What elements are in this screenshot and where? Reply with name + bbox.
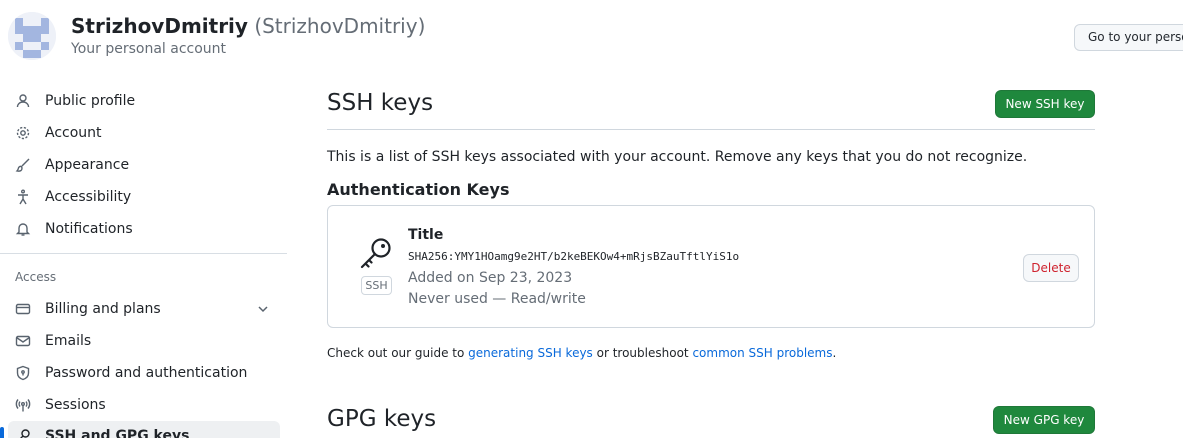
broadcast-icon <box>14 396 32 414</box>
sidebar-item-accessibility[interactable]: Accessibility <box>8 182 280 212</box>
mail-icon <box>14 332 32 350</box>
guide-prefix: Check out our guide to <box>327 346 469 360</box>
credit-card-icon <box>14 300 32 318</box>
sidebar-item-label: Appearance <box>45 157 130 173</box>
ssh-key-title: Title <box>408 227 444 243</box>
account-login: (StrizhovDmitriy) <box>254 14 426 38</box>
ssh-guide-text: Check out our guide to generating SSH ke… <box>327 346 836 360</box>
generating-ssh-keys-link[interactable]: generating SSH keys <box>468 346 593 360</box>
account-name[interactable]: StrizhovDmitriy <box>71 14 248 38</box>
sidebar-item-password[interactable]: Password and authentication <box>8 358 280 388</box>
authentication-keys-heading: Authentication Keys <box>327 180 510 199</box>
delete-key-button[interactable]: Delete <box>1023 254 1079 282</box>
sidebar-item-sessions[interactable]: Sessions <box>8 390 280 420</box>
page-title: SSH keys <box>327 90 434 116</box>
sidebar-item-label: Password and authentication <box>45 365 248 381</box>
common-ssh-problems-link[interactable]: common SSH problems <box>692 346 832 360</box>
chevron-down-icon[interactable] <box>255 301 271 321</box>
ssh-key-type-badge: SSH <box>361 276 392 295</box>
shield-lock-icon <box>14 364 32 382</box>
gpg-keys-heading: GPG keys <box>327 406 437 432</box>
person-icon <box>14 92 32 110</box>
sidebar-item-label: Billing and plans <box>45 301 161 317</box>
key-icon <box>14 427 32 438</box>
gear-icon <box>14 124 32 142</box>
account-title: StrizhovDmitriy (StrizhovDmitriy) <box>71 14 425 38</box>
sidebar-item-appearance[interactable]: Appearance <box>8 150 280 180</box>
sidebar-item-account[interactable]: Account <box>8 118 280 148</box>
sidebar-item-label: Sessions <box>45 397 106 413</box>
sidebar-item-label: Account <box>45 125 102 141</box>
ssh-intro-text: This is a list of SSH keys associated wi… <box>327 149 1028 165</box>
account-subtitle: Your personal account <box>71 41 227 57</box>
sidebar-item-label: Public profile <box>45 93 136 109</box>
sidebar-item-label: SSH and GPG keys <box>45 428 190 438</box>
ssh-key-item: SSH Title SHA256:YMY1HOamg9e2HT/b2keBEKO… <box>327 205 1095 328</box>
sidebar-item-public-profile[interactable]: Public profile <box>8 86 280 116</box>
new-gpg-key-button[interactable]: New GPG key <box>993 406 1095 434</box>
bell-icon <box>14 220 32 238</box>
sidebar-item-ssh-gpg-keys[interactable]: SSH and GPG keys <box>8 421 280 438</box>
sidebar-item-label: Emails <box>45 333 92 349</box>
key-icon <box>358 236 394 276</box>
guide-suffix: . <box>832 346 837 360</box>
active-indicator <box>0 427 4 438</box>
ssh-key-added-date: Added on Sep 23, 2023 <box>408 270 573 286</box>
sidebar-divider <box>0 253 287 254</box>
sidebar-item-notifications[interactable]: Notifications <box>8 214 280 244</box>
sidebar-item-label: Accessibility <box>45 189 132 205</box>
paintbrush-icon <box>14 156 32 174</box>
sidebar-section-access: Access <box>15 270 57 284</box>
title-divider <box>327 129 1095 130</box>
ssh-key-fingerprint: SHA256:YMY1HOamg9e2HT/b2keBEKOw4+mRjsBZa… <box>408 250 740 263</box>
sidebar-item-billing[interactable]: Billing and plans <box>8 294 280 324</box>
accessibility-icon <box>14 188 32 206</box>
ssh-key-usage: Never used — Read/write <box>408 291 586 307</box>
sidebar-item-label: Notifications <box>45 221 133 237</box>
new-ssh-key-button[interactable]: New SSH key <box>995 90 1095 118</box>
avatar[interactable] <box>8 12 56 60</box>
go-to-profile-button[interactable]: Go to your personal profile <box>1074 24 1183 51</box>
sidebar-item-emails[interactable]: Emails <box>8 326 280 356</box>
guide-middle: or troubleshoot <box>592 346 693 360</box>
